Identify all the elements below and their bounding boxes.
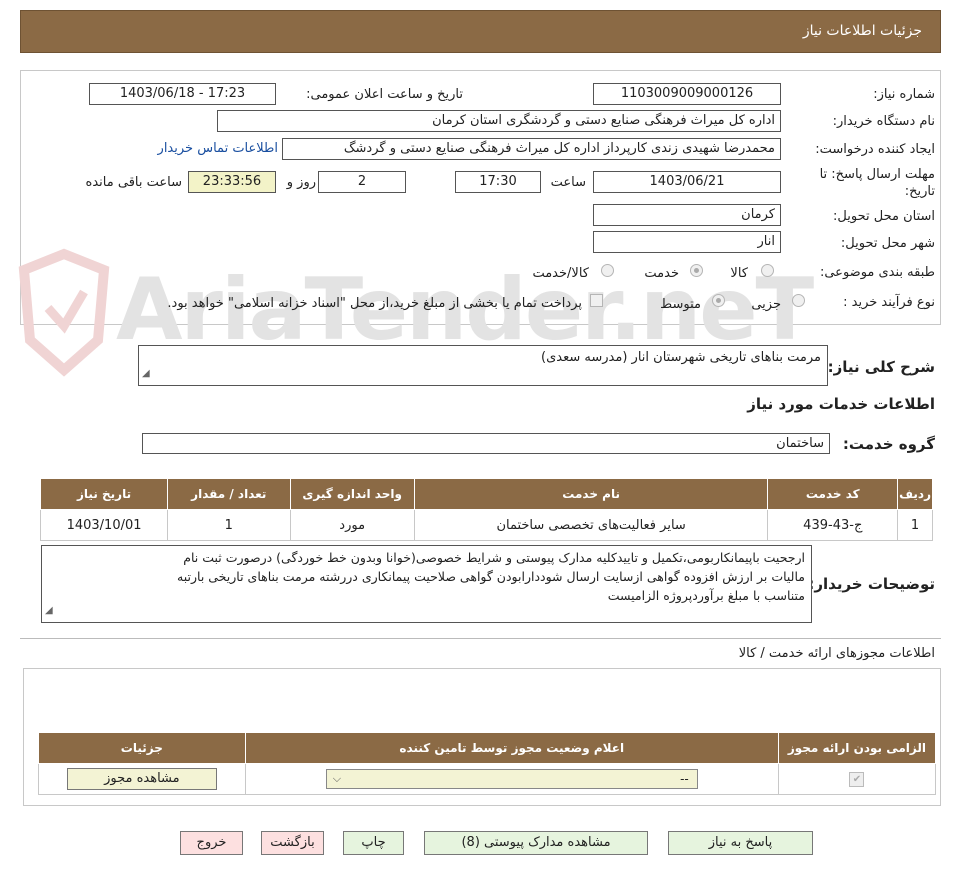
buyer-notes-label: توضیحات خریدار: xyxy=(808,575,935,593)
col-permit-status: اعلام وضعیت مجوز توسط تامین کننده xyxy=(244,732,779,764)
purchase-type-label: نوع فرآیند خرید : xyxy=(843,295,935,310)
requester-field: محمدرضا شهیدی زندی کارپرداز اداره کل میر… xyxy=(282,138,781,160)
cell-need-date: 1403/10/01 xyxy=(39,509,169,541)
need-number-label: شماره نیاز: xyxy=(873,87,935,102)
permit-status-select[interactable]: -- ⌵ xyxy=(325,769,698,789)
category-label: طبقه بندی موضوعی: xyxy=(819,265,935,280)
need-number-field: 1103009009000126 xyxy=(593,83,781,105)
service-group-field: ساختمان xyxy=(142,433,830,454)
treasury-payment-note: پرداخت تمام یا بخشی از مبلغ خرید،از محل … xyxy=(167,296,582,311)
delivery-city-label: شهر محل تحویل: xyxy=(840,236,935,251)
col-quantity: تعداد / مقدار xyxy=(167,478,291,510)
cell-permit-required: ✔ xyxy=(777,763,937,795)
col-service-code: کد خدمت xyxy=(767,478,899,510)
permit-status-value: -- xyxy=(680,772,689,786)
general-desc-label: شرح کلی نیاز: xyxy=(827,358,935,376)
buyer-notes-line: ارجحیت باپیمانکاربومی،تکمیل و تاییدکلیه … xyxy=(183,550,805,565)
announce-datetime-label: تاریخ و ساعت اعلان عمومی: xyxy=(306,87,463,102)
announce-datetime-field: 1403/06/18 - 17:23 xyxy=(89,83,276,105)
deadline-time-field: 17:30 xyxy=(455,171,541,193)
page-header: جزئیات اطلاعات نیاز xyxy=(20,10,941,53)
remaining-time-field: 23:33:56 xyxy=(188,171,276,193)
cell-permit-details: مشاهده مجوز xyxy=(38,763,246,795)
back-button[interactable]: بازگشت xyxy=(261,831,324,855)
category-service-label: خدمت xyxy=(644,266,679,281)
permits-table-header: الزامی بودن ارائه مجوز اعلام وضعیت مجوز … xyxy=(38,732,937,764)
general-desc-textarea: مرمت بناهای تاریخی شهرستان انار (مدرسه س… xyxy=(138,345,828,386)
permit-required-checkbox[interactable]: ✔ xyxy=(849,771,865,787)
cell-permit-status: -- ⌵ xyxy=(244,763,779,795)
deadline-label: مهلت ارسال پاسخ: تا تاریخ: xyxy=(819,167,935,199)
requester-label: ایجاد کننده درخواست: xyxy=(815,142,935,157)
treasury-payment-checkbox[interactable] xyxy=(590,294,603,307)
delivery-province-field: کرمان xyxy=(593,204,781,226)
col-row-number: ردیف xyxy=(897,478,933,510)
divider xyxy=(20,638,941,639)
table-row: 1 ج-43-439 سایر فعالیت‌های تخصصی ساختمان… xyxy=(39,509,933,541)
deadline-days-field: 2 xyxy=(318,171,406,193)
resize-grip-icon[interactable]: ◢ xyxy=(142,364,150,383)
view-attachments-button[interactable]: مشاهده مدارک پیوستی (8) xyxy=(424,831,648,855)
watermark-shield-icon xyxy=(18,248,110,377)
remaining-time-label: ساعت باقی مانده xyxy=(85,175,182,190)
category-goods-label: کالا xyxy=(730,266,748,281)
page-title: جزئیات اطلاعات نیاز xyxy=(802,23,922,39)
deadline-days-label: روز و xyxy=(286,175,316,190)
purchase-minor-radio[interactable] xyxy=(792,294,805,307)
buyer-org-field: اداره کل میراث فرهنگی صنایع دستی و گردشگ… xyxy=(217,110,781,132)
purchase-medium-radio[interactable] xyxy=(712,294,725,307)
deadline-time-label: ساعت xyxy=(550,175,586,190)
category-goods-radio[interactable] xyxy=(761,264,774,277)
col-permit-details: جزئیات xyxy=(38,732,246,764)
view-permit-button[interactable]: مشاهده مجوز xyxy=(66,768,217,790)
services-table: ردیف کد خدمت نام خدمت واحد اندازه گیری ت… xyxy=(39,478,933,541)
buyer-contact-link[interactable]: اطلاعات تماس خریدار xyxy=(158,141,278,156)
services-section-title: اطلاعات خدمات مورد نیاز xyxy=(747,395,935,413)
category-goods-service-radio[interactable] xyxy=(601,264,614,277)
category-service-radio[interactable] xyxy=(690,264,703,277)
cell-service-name: سایر فعالیت‌های تخصصی ساختمان xyxy=(413,509,769,541)
general-desc-text: مرمت بناهای تاریخی شهرستان انار (مدرسه س… xyxy=(541,350,821,365)
permits-table: الزامی بودن ارائه مجوز اعلام وضعیت مجوز … xyxy=(38,732,937,795)
purchase-minor-label: جزیی xyxy=(751,297,781,312)
reply-button[interactable]: پاسخ به نیاز xyxy=(668,831,813,855)
exit-button[interactable]: خروج xyxy=(180,831,243,855)
buyer-notes-line: مالیات بر ارزش افزوده گواهی ازسایت ارسال… xyxy=(177,569,805,584)
cell-quantity: 1 xyxy=(167,509,291,541)
purchase-medium-label: متوسط xyxy=(660,297,701,312)
cell-service-code: ج-43-439 xyxy=(767,509,899,541)
col-need-date: تاریخ نیاز xyxy=(39,478,169,510)
print-button[interactable]: چاپ xyxy=(343,831,404,855)
col-permit-required: الزامی بودن ارائه مجوز xyxy=(777,732,937,764)
chevron-down-icon: ⌵ xyxy=(332,772,342,785)
col-service-name: نام خدمت xyxy=(413,478,769,510)
col-unit: واحد اندازه گیری xyxy=(289,478,415,510)
cell-row-number: 1 xyxy=(897,509,933,541)
delivery-city-field: انار xyxy=(593,231,781,253)
cell-unit: مورد xyxy=(289,509,415,541)
resize-grip-icon[interactable]: ◢ xyxy=(45,601,53,620)
table-row: ✔ -- ⌵ مشاهده مجوز xyxy=(38,763,937,795)
service-group-label: گروه خدمت: xyxy=(842,435,935,453)
delivery-province-label: استان محل تحویل: xyxy=(833,209,935,224)
permits-title: اطلاعات مجوزهای ارائه خدمت / کالا xyxy=(738,646,935,661)
category-goods-service-label: کالا/خدمت xyxy=(532,266,589,281)
buyer-org-label: نام دستگاه خریدار: xyxy=(832,114,935,129)
buyer-notes-line: متناسب با مبلغ برآوردپروژه الزامیست xyxy=(607,588,805,603)
services-table-header: ردیف کد خدمت نام خدمت واحد اندازه گیری ت… xyxy=(39,478,933,510)
buyer-notes-textarea: ارجحیت باپیمانکاربومی،تکمیل و تاییدکلیه … xyxy=(41,545,812,623)
deadline-date-field: 1403/06/21 xyxy=(593,171,781,193)
